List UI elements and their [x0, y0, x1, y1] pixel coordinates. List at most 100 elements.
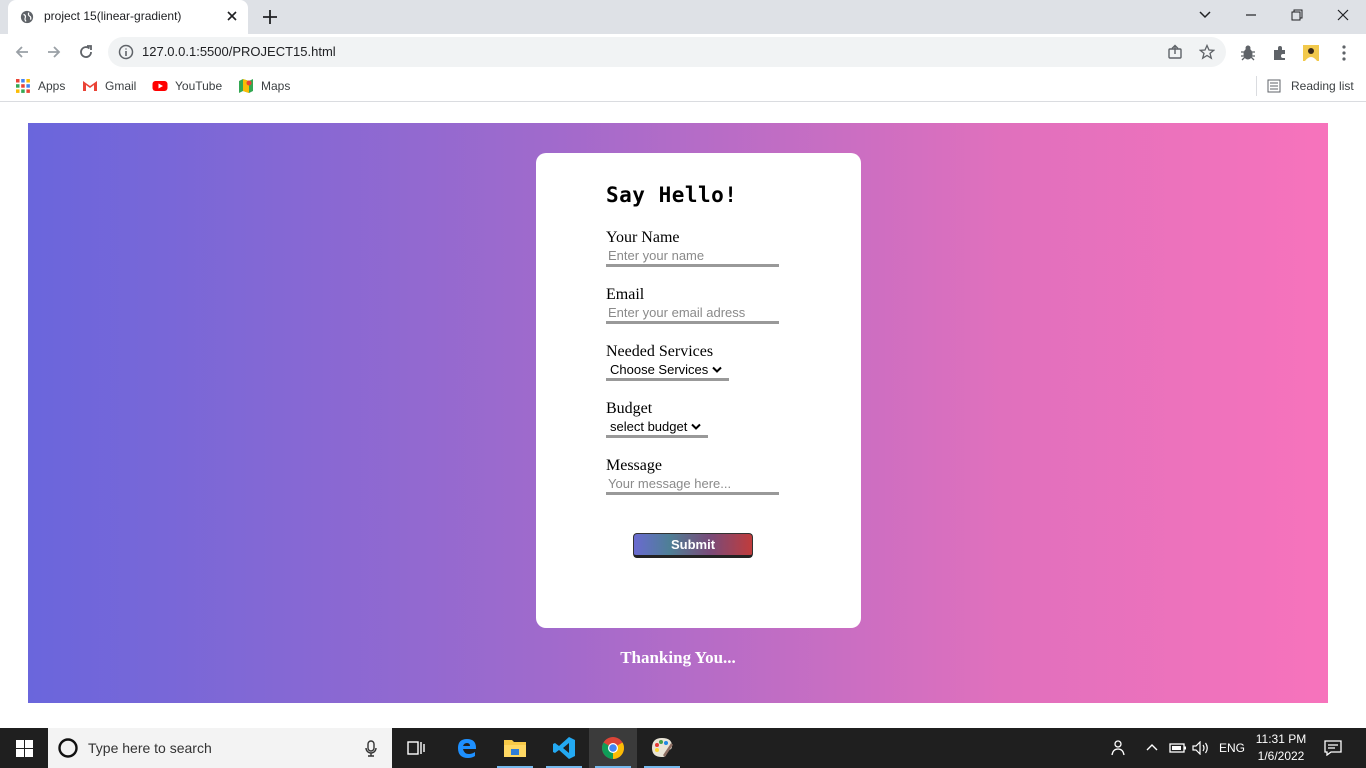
taskbar-edge[interactable] — [443, 728, 491, 768]
info-icon[interactable] — [118, 44, 134, 60]
taskbar-search-box[interactable]: Type here to search — [48, 728, 392, 768]
gmail-icon — [83, 81, 97, 91]
reading-list-icon — [1267, 79, 1281, 93]
task-view-button[interactable] — [392, 728, 440, 768]
share-icon[interactable] — [1167, 44, 1183, 60]
bookmark-label: YouTube — [175, 79, 223, 93]
maps-icon — [239, 79, 253, 93]
clock-date: 1/6/2022 — [1257, 749, 1305, 763]
contact-form-card: Say Hello! Your Name Email Needed Servic… — [536, 153, 861, 628]
profile-avatar-icon[interactable] — [1302, 44, 1320, 62]
bug-extension-icon[interactable] — [1239, 44, 1257, 62]
taskbar-vscode[interactable] — [540, 728, 588, 768]
tab-strip: project 15(linear-gradient) — [0, 0, 1366, 34]
vscode-icon — [553, 737, 575, 759]
folder-icon — [504, 740, 526, 757]
name-input[interactable] — [606, 247, 779, 267]
youtube-icon — [152, 81, 168, 91]
bookmark-star-icon[interactable] — [1199, 44, 1215, 60]
globe-icon — [20, 10, 34, 24]
language-indicator[interactable]: ENG — [1219, 728, 1245, 768]
bookmarks-bar: Apps Gmail YouTube Maps Reading list — [0, 70, 1366, 102]
new-tab-icon[interactable] — [260, 7, 280, 27]
reload-icon — [80, 45, 92, 58]
language-label: ENG — [1219, 741, 1246, 755]
show-hidden-icons-button[interactable] — [1146, 728, 1158, 768]
chrome-icon — [602, 737, 624, 759]
name-label: Your Name — [606, 229, 680, 246]
close-tab-icon[interactable] — [224, 8, 240, 24]
reading-list-button[interactable]: Reading list — [1256, 76, 1354, 96]
windows-logo-icon — [15, 739, 33, 757]
bookmark-label: Apps — [38, 79, 66, 93]
bookmark-maps[interactable]: Maps — [238, 76, 290, 96]
message-input[interactable] — [606, 475, 779, 495]
chevron-down-icon — [1199, 11, 1211, 19]
speaker-icon — [1192, 741, 1208, 755]
menu-kebab-icon[interactable] — [1335, 44, 1353, 62]
chevron-down-icon — [691, 423, 702, 430]
budget-selected-value: select budget — [610, 419, 688, 434]
start-button[interactable] — [0, 728, 48, 768]
close-window-button[interactable] — [1320, 0, 1366, 30]
windows-taskbar: Type here to search ENG 11:31 PM 1/6/202… — [0, 728, 1366, 768]
notification-icon — [1324, 740, 1342, 756]
browser-tab[interactable]: project 15(linear-gradient) — [8, 0, 248, 34]
search-placeholder: Type here to search — [88, 740, 212, 756]
services-label: Needed Services — [606, 343, 714, 360]
back-button[interactable] — [11, 41, 33, 63]
budget-label: Budget — [606, 400, 653, 417]
clock-time: 11:31 PM — [1255, 732, 1307, 746]
paint-palette-icon — [652, 738, 674, 757]
forward-button[interactable] — [43, 41, 65, 63]
taskbar-file-explorer[interactable] — [491, 728, 539, 768]
bookmark-youtube[interactable]: YouTube — [152, 76, 222, 96]
form-heading: Say Hello! — [606, 183, 738, 207]
email-label: Email — [606, 286, 645, 303]
tab-search-button[interactable] — [1182, 0, 1228, 30]
browser-toolbar: 127.0.0.1:5500/PROJECT15.html — [0, 34, 1366, 70]
minimize-icon — [1246, 14, 1256, 16]
people-button[interactable] — [1108, 728, 1126, 768]
page-viewport: Say Hello! Your Name Email Needed Servic… — [0, 103, 1366, 728]
url-text[interactable]: 127.0.0.1:5500/PROJECT15.html — [142, 44, 336, 59]
minimize-button[interactable] — [1228, 0, 1274, 30]
extensions-puzzle-icon[interactable] — [1271, 44, 1289, 62]
arrow-left-icon — [15, 46, 28, 58]
budget-select[interactable]: select budget — [606, 418, 708, 438]
bookmark-label: Gmail — [105, 79, 137, 93]
services-selected-value: Choose Services — [610, 362, 709, 377]
apps-grid-icon — [16, 79, 30, 93]
taskbar-chrome[interactable] — [589, 728, 637, 768]
edge-icon — [458, 739, 476, 758]
people-icon — [1111, 740, 1125, 756]
battery-icon — [1169, 743, 1186, 753]
tab-title: project 15(linear-gradient) — [44, 9, 182, 23]
volume-button[interactable] — [1192, 728, 1210, 768]
task-view-icon — [407, 741, 425, 755]
thank-you-text: Thanking You... — [620, 648, 736, 667]
cortana-circle-icon — [58, 738, 78, 758]
restore-button[interactable] — [1274, 0, 1320, 30]
action-center-button[interactable] — [1324, 728, 1342, 768]
message-label: Message — [606, 457, 662, 474]
restore-icon — [1291, 9, 1303, 21]
reading-list-label: Reading list — [1291, 79, 1354, 93]
taskbar-paint[interactable] — [638, 728, 686, 768]
chevron-up-icon — [1146, 744, 1158, 751]
taskbar-clock[interactable]: 11:31 PM 1/6/2022 — [1252, 731, 1310, 765]
chevron-down-icon — [712, 366, 722, 373]
submit-button[interactable]: Submit — [633, 533, 753, 558]
services-select[interactable]: Choose Services — [606, 361, 729, 381]
bookmark-gmail[interactable]: Gmail — [82, 76, 136, 96]
bookmark-label: Maps — [261, 79, 291, 93]
battery-button[interactable] — [1169, 728, 1187, 768]
bookmark-apps[interactable]: Apps — [15, 76, 65, 96]
close-icon — [1337, 9, 1349, 21]
reload-button[interactable] — [75, 41, 97, 63]
gradient-background: Say Hello! Your Name Email Needed Servic… — [28, 123, 1328, 703]
microphone-icon[interactable] — [364, 740, 378, 757]
arrow-right-icon — [48, 46, 61, 58]
address-bar[interactable]: 127.0.0.1:5500/PROJECT15.html — [108, 37, 1226, 67]
email-input[interactable] — [606, 304, 779, 324]
